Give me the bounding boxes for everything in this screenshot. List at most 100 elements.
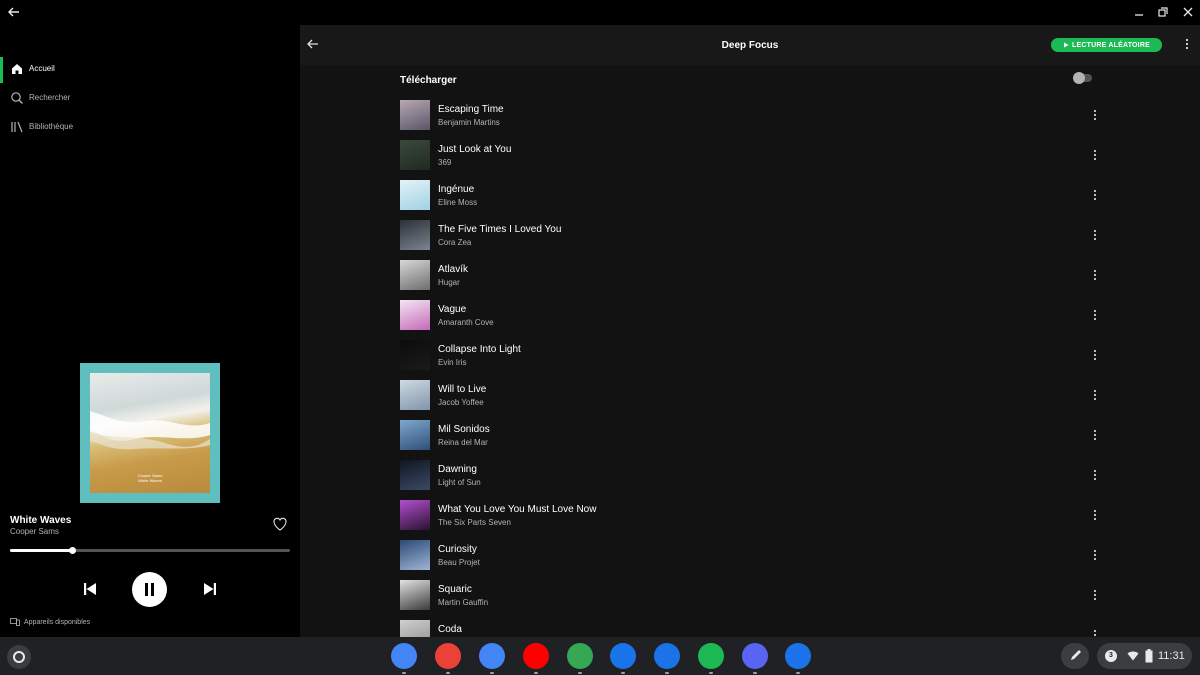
system-shelf [0, 637, 1200, 675]
more-options-icon[interactable] [1088, 188, 1102, 202]
previous-track-icon[interactable] [82, 581, 98, 597]
now-playing-artist[interactable]: Cooper Sams [10, 527, 59, 536]
window-titlebar [0, 0, 1200, 25]
track-title: Coda [438, 624, 462, 635]
now-playing-album-art[interactable]: Cooper Sams White Waves [80, 363, 220, 503]
minimize-icon[interactable] [1131, 4, 1147, 20]
stylus-tools-button[interactable] [1061, 643, 1089, 669]
more-options-icon[interactable] [1088, 268, 1102, 282]
progress-handle[interactable] [68, 547, 76, 554]
track-row[interactable]: Curiosity Beau Projet [400, 540, 1100, 570]
shuffle-play-button[interactable]: LECTURE ALÉATOIRE [1051, 38, 1162, 52]
track-artist: The Six Parts Seven [438, 518, 511, 527]
download-label: Télécharger [400, 75, 457, 86]
sidebar: Accueil Rechercher Bibliothèque [0, 25, 300, 637]
track-title: Dawning [438, 464, 477, 475]
track-artist: Hugar [438, 278, 460, 287]
more-options-icon[interactable] [1088, 468, 1102, 482]
heart-icon[interactable] [272, 516, 288, 532]
more-options-icon[interactable] [1088, 548, 1102, 562]
track-row[interactable]: What You Love You Must Love Now The Six P… [400, 500, 1100, 530]
track-row[interactable]: Squaric Martin Gauffin [400, 580, 1100, 610]
more-options-icon[interactable] [1088, 588, 1102, 602]
track-album-art [400, 300, 430, 330]
track-row[interactable]: Will to Live Jacob Yoffee [400, 380, 1100, 410]
more-options-icon[interactable] [1088, 628, 1102, 637]
track-title: Just Look at You [438, 144, 512, 155]
files-app-icon[interactable] [654, 643, 680, 669]
available-devices-button[interactable]: Appareils disponibles [10, 617, 90, 627]
track-artist: Jacob Yoffee [438, 398, 484, 407]
more-options-icon[interactable] [1088, 148, 1102, 162]
more-options-icon[interactable] [1088, 388, 1102, 402]
progress-fill [10, 549, 72, 552]
next-track-icon[interactable] [202, 581, 218, 597]
wifi-icon [1127, 651, 1139, 661]
more-options-icon[interactable] [1088, 308, 1102, 322]
spotify-app-icon[interactable] [698, 643, 724, 669]
playback-progress-bar[interactable] [10, 547, 290, 554]
sidebar-item-library[interactable]: Bibliothèque [0, 115, 300, 141]
more-options-icon[interactable] [1088, 428, 1102, 442]
more-options-icon[interactable] [1088, 348, 1102, 362]
settings-app-icon[interactable] [785, 643, 811, 669]
sidebar-item-search[interactable]: Rechercher [0, 86, 300, 112]
restore-icon[interactable] [1155, 4, 1171, 20]
play-store-app-icon[interactable] [567, 643, 593, 669]
track-row[interactable]: Just Look at You 369 [400, 140, 1100, 170]
chrome-app-icon[interactable] [391, 643, 417, 669]
launcher-button[interactable] [7, 645, 31, 669]
track-title: Vague [438, 304, 467, 315]
track-row[interactable]: Dawning Light of Sun [400, 460, 1100, 490]
track-row[interactable]: Vague Amaranth Cove [400, 300, 1100, 330]
track-album-art [400, 580, 430, 610]
active-indicator [0, 57, 3, 83]
track-row[interactable]: Escaping Time Benjamin Martins [400, 100, 1100, 130]
track-title: Will to Live [438, 384, 487, 395]
now-playing-title[interactable]: White Waves [10, 515, 71, 526]
track-album-art [400, 180, 430, 210]
app-running-indicator [753, 672, 757, 674]
app-running-indicator [665, 672, 669, 674]
track-row[interactable]: Collapse Into Light Evin Iris [400, 340, 1100, 370]
notification-count-badge: 3 [1105, 650, 1117, 662]
download-toggle[interactable] [1073, 72, 1092, 84]
track-row[interactable]: Coda [400, 620, 1100, 637]
track-row[interactable]: Ingénue Eline Moss [400, 180, 1100, 210]
play-icon [1064, 42, 1069, 48]
more-options-icon[interactable] [1088, 108, 1102, 122]
more-options-icon[interactable] [1088, 228, 1102, 242]
app-running-indicator [490, 672, 494, 674]
track-row[interactable]: The Five Times I Loved You Cora Zea [400, 220, 1100, 250]
track-title: The Five Times I Loved You [438, 224, 562, 235]
youtube-app-icon[interactable] [523, 643, 549, 669]
sidebar-item-label: Accueil [29, 64, 55, 73]
status-tray[interactable]: 3 11:31 [1097, 643, 1192, 669]
track-title: Squaric [438, 584, 472, 595]
shuffle-play-label: LECTURE ALÉATOIRE [1072, 41, 1150, 49]
more-options-icon[interactable] [1180, 37, 1194, 51]
pause-button[interactable] [132, 572, 167, 607]
app-running-indicator [578, 672, 582, 674]
track-row[interactable]: Atlavík Hugar [400, 260, 1100, 290]
more-options-icon[interactable] [1088, 508, 1102, 522]
track-row[interactable]: Mil Sonidos Reina del Mar [400, 420, 1100, 450]
close-icon[interactable] [1180, 4, 1196, 20]
discord-app-icon[interactable] [742, 643, 768, 669]
track-artist: Reina del Mar [438, 438, 488, 447]
track-album-art [400, 500, 430, 530]
track-album-art [400, 420, 430, 450]
messages-app-icon[interactable] [610, 643, 636, 669]
app-running-indicator [621, 672, 625, 674]
track-artist: Martin Gauffin [438, 598, 489, 607]
track-album-art [400, 100, 430, 130]
track-album-art [400, 460, 430, 490]
sidebar-item-home[interactable]: Accueil [0, 57, 300, 83]
back-arrow-icon[interactable] [6, 4, 22, 20]
gmail-app-icon[interactable] [435, 643, 461, 669]
track-album-art [400, 620, 430, 637]
track-artist: Light of Sun [438, 478, 481, 487]
track-artist: Cora Zea [438, 238, 472, 247]
docs-app-icon[interactable] [479, 643, 505, 669]
track-artist: Amaranth Cove [438, 318, 494, 327]
